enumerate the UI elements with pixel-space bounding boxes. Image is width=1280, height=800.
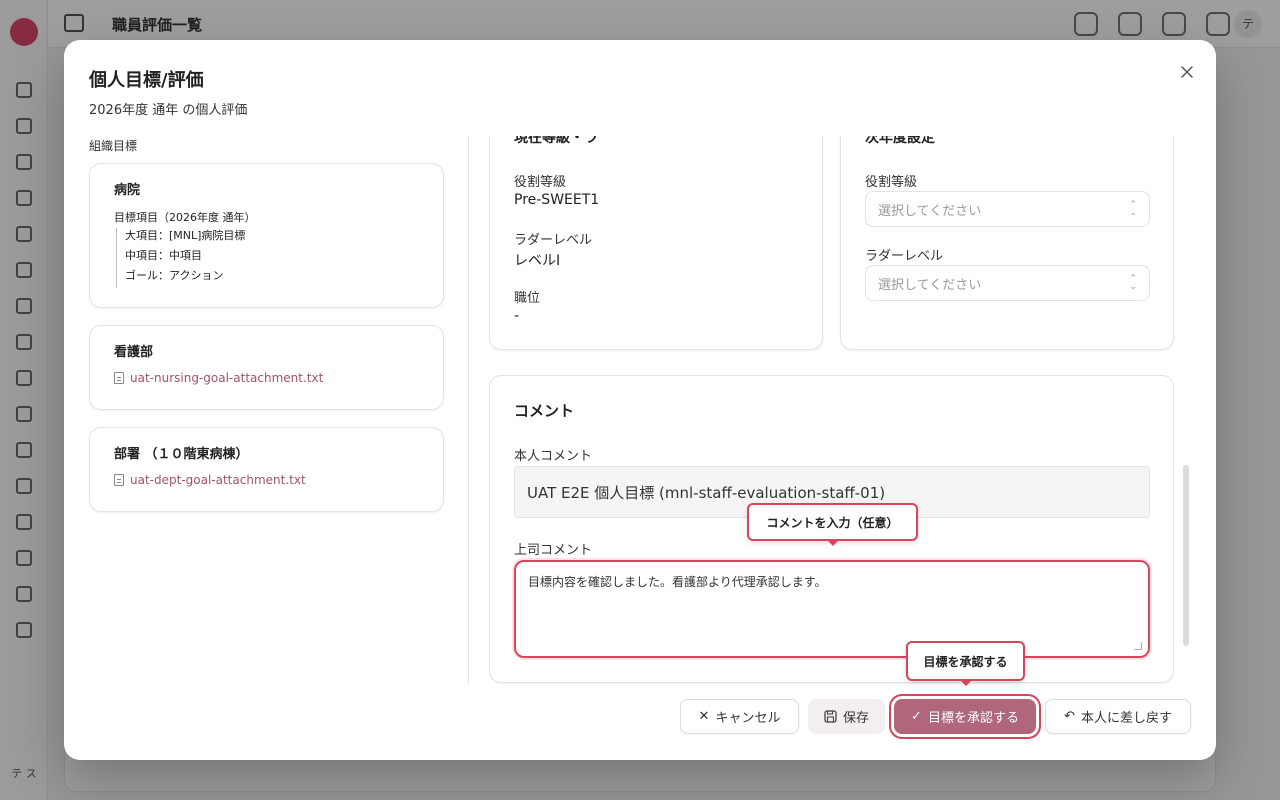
- next-role-placeholder: 選択してください: [878, 203, 982, 219]
- goal-lines: 大項目：[MNL]病院目標 中項目：中項目 ゴール：アクション: [116, 228, 245, 288]
- supervisor-comment-text: 目標内容を確認しました。看護部より代理承認します。: [528, 575, 827, 589]
- self-comment-label: 本人コメント: [514, 449, 593, 464]
- hospital-goal-card: 病院 目標項目（2026年度 通年） 大項目：[MNL]病院目標 中項目：中項目…: [89, 163, 444, 308]
- supervisor-comment-label: 上司コメント: [514, 543, 593, 558]
- next-ladder-label: ラダーレベル: [865, 249, 944, 264]
- return-label: 本人に差し戻す: [1080, 711, 1172, 726]
- next-role-label: 役割等級: [865, 175, 918, 190]
- dept-attachment-link[interactable]: uat-dept-goal-attachment.txt: [114, 473, 306, 487]
- current-position-value: -: [514, 308, 520, 324]
- goal-major: 大項目：[MNL]病院目標: [125, 229, 246, 242]
- goal-heading: 目標項目（2026年度 通年）: [114, 211, 256, 224]
- current-role-value: Pre-SWEET1: [514, 192, 600, 208]
- file-icon: [114, 474, 124, 486]
- column-divider: [468, 136, 469, 684]
- current-ladder-value: レベルI: [514, 253, 561, 269]
- current-grade-card: 現在等級・ラ 役割等級 Pre-SWEET1 ラダーレベル レベルI 職位 -: [489, 136, 823, 350]
- next-ladder-select[interactable]: 選択してください ⌃ ⌄: [865, 265, 1150, 301]
- dept-attachment-name: uat-dept-goal-attachment.txt: [130, 473, 306, 487]
- cancel-label: キャンセル: [715, 711, 781, 726]
- dialog-subtitle: 2026年度 通年 の個人評価: [89, 103, 248, 118]
- close-icon: ✕: [698, 709, 710, 724]
- approve-hint-tooltip: 目標を承認する: [906, 641, 1025, 686]
- approve-label: 目標を承認する: [927, 711, 1019, 726]
- supervisor-comment-textarea[interactable]: 目標内容を確認しました。看護部より代理承認します。: [514, 560, 1150, 658]
- chevron-updown-icon: ⌃ ⌄: [1129, 274, 1137, 292]
- nursing-title: 看護部: [114, 345, 154, 360]
- tooltip-arrow: [826, 540, 839, 546]
- next-year-card: 次年度設定 役割等級 選択してください ⌃ ⌄ ラダーレベル 選択してください ⌃…: [840, 136, 1174, 350]
- current-position-label: 職位: [514, 291, 541, 306]
- next-year-heading: 次年度設定: [865, 136, 935, 146]
- save-label: 保存: [842, 711, 869, 726]
- dept-title: 部署 （１０階東病棟）: [114, 447, 249, 462]
- file-icon: [114, 372, 124, 384]
- undo-icon: ↶: [1064, 709, 1075, 724]
- approve-hint-text: 目標を承認する: [923, 654, 1008, 669]
- next-ladder-placeholder: 選択してください: [878, 277, 982, 293]
- tooltip-arrow: [959, 680, 972, 686]
- current-role-label: 役割等級: [514, 175, 567, 190]
- evaluation-dialog: 個人目標/評価 2026年度 通年 の個人評価 組織目標 病院 目標項目（202…: [64, 40, 1216, 760]
- close-button[interactable]: [1175, 60, 1199, 84]
- evaluation-scroll-pane[interactable]: 現在等級・ラ 役割等級 Pre-SWEET1 ラダーレベル レベルI 職位 - …: [489, 136, 1189, 684]
- nursing-attachment-name: uat-nursing-goal-attachment.txt: [130, 371, 324, 385]
- save-icon: [824, 710, 837, 723]
- goal-middle: 中項目：中項目: [125, 249, 202, 262]
- check-icon: ✓: [911, 709, 922, 724]
- org-goals-label: 組織目標: [89, 139, 138, 153]
- comment-hint-text: コメントを入力（任意）: [766, 515, 899, 530]
- current-grade-heading: 現在等級・ラ: [514, 136, 598, 146]
- current-ladder-label: ラダーレベル: [514, 233, 593, 248]
- resize-handle-icon[interactable]: [1134, 642, 1142, 650]
- chevron-updown-icon: ⌃ ⌄: [1129, 200, 1137, 218]
- close-icon: [1181, 66, 1193, 78]
- approve-goal-button[interactable]: ✓ 目標を承認する: [894, 699, 1036, 734]
- dept-goal-card: 部署 （１０階東病棟） uat-dept-goal-attachment.txt: [89, 427, 444, 512]
- comment-hint-tooltip: コメントを入力（任意）: [747, 503, 918, 546]
- nursing-goal-card: 看護部 uat-nursing-goal-attachment.txt: [89, 325, 444, 410]
- cancel-button[interactable]: ✕ キャンセル: [680, 699, 799, 734]
- nursing-attachment-link[interactable]: uat-nursing-goal-attachment.txt: [114, 371, 323, 385]
- pane-scrollbar[interactable]: [1183, 465, 1189, 646]
- hospital-title: 病院: [114, 183, 141, 198]
- save-button[interactable]: 保存: [808, 699, 885, 734]
- goal-action: ゴール：アクション: [125, 269, 224, 282]
- comment-title: コメント: [514, 402, 575, 420]
- dialog-title: 個人目標/評価: [89, 70, 204, 91]
- return-to-staff-button[interactable]: ↶ 本人に差し戻す: [1045, 699, 1191, 734]
- next-role-select[interactable]: 選択してください ⌃ ⌄: [865, 191, 1150, 227]
